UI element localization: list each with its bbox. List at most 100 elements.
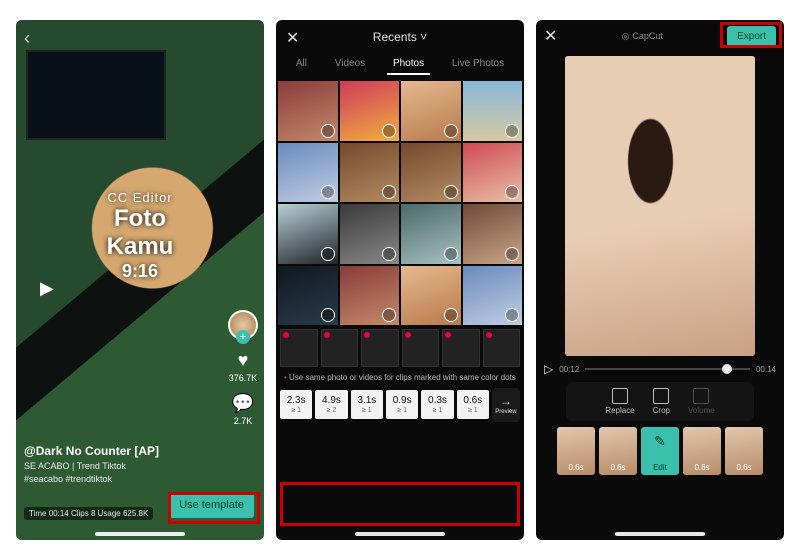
template-title: SE ACABO | Trend Tiktok <box>24 461 194 471</box>
photo-thumb[interactable] <box>463 266 523 326</box>
select-circle-icon <box>505 308 519 322</box>
photo-thumb[interactable] <box>463 143 523 203</box>
tab-all[interactable]: All <box>290 54 313 75</box>
clip-slot[interactable] <box>402 329 440 367</box>
back-icon[interactable]: ‹ <box>24 28 30 49</box>
select-circle-icon <box>382 124 396 138</box>
tab-videos[interactable]: Videos <box>329 54 371 75</box>
duration-chip[interactable]: 0.9s≥ 1 <box>386 390 418 419</box>
brand-icon: ◎ <box>622 31 630 42</box>
author-avatar[interactable] <box>228 310 258 340</box>
select-circle-icon <box>382 247 396 261</box>
preview-label: Preview <box>495 409 516 415</box>
panel-template-preview: ‹ CC Editor Foto Kamu 9:16 ▶ ♥ 376.7K 💬 … <box>16 20 264 540</box>
duration-chip[interactable]: 2.3s≥ 1 <box>280 390 312 419</box>
duration-chip[interactable]: 4.9s≥ 2 <box>315 390 347 419</box>
editor-header: ✕ ◎ CapCut Export <box>536 20 784 52</box>
brand-label: CapCut <box>632 31 663 41</box>
replace-icon <box>612 388 628 404</box>
select-circle-icon <box>321 308 335 322</box>
right-action-rail: ♥ 376.7K 💬 2.7K <box>228 310 258 426</box>
duration-chip[interactable]: 3.1s≥ 1 <box>351 390 383 419</box>
background-monitor <box>26 50 166 140</box>
tab-livephotos[interactable]: Live Photos <box>446 54 510 75</box>
tool-volume[interactable]: Volume <box>688 388 715 415</box>
use-template-button[interactable]: Use template <box>169 492 254 518</box>
photo-thumb[interactable] <box>401 204 461 264</box>
tool-replace[interactable]: Replace <box>605 388 634 415</box>
tool-crop[interactable]: Crop <box>653 388 670 415</box>
photo-thumb[interactable] <box>401 266 461 326</box>
duration-row: 2.3s≥ 1 4.9s≥ 2 3.1s≥ 1 0.9s≥ 1 0.3s≥ 1 … <box>276 384 524 426</box>
select-circle-icon <box>382 185 396 199</box>
photo-thumb[interactable] <box>278 143 338 203</box>
play-icon[interactable]: ▷ <box>544 362 553 376</box>
photo-thumb[interactable] <box>463 81 523 141</box>
like-button[interactable]: ♥ 376.7K <box>229 350 258 383</box>
timeline-clip[interactable]: 0.6s <box>557 427 595 475</box>
close-icon[interactable]: ✕ <box>544 26 557 46</box>
template-clip-info: Time 00:14 Clips 8 Usage 625.8K <box>24 507 153 520</box>
select-circle-icon <box>382 308 396 322</box>
media-type-tabs: All Videos Photos Live Photos <box>276 54 524 75</box>
clip-slot[interactable] <box>483 329 521 367</box>
template-overlay-text: CC Editor Foto Kamu 9:16 <box>78 190 202 282</box>
arrow-right-icon: → <box>500 394 512 408</box>
clip-slot[interactable] <box>442 329 480 367</box>
select-circle-icon <box>444 308 458 322</box>
template-meta: @Dark No Counter [AP] SE ACABO | Trend T… <box>24 444 194 484</box>
select-circle-icon <box>444 185 458 199</box>
editor-timeline: ▷ 00:12 00:14 <box>536 356 784 382</box>
timeline-clip[interactable]: 0.6s <box>725 427 763 475</box>
select-circle-icon <box>321 124 335 138</box>
photo-thumb[interactable] <box>340 266 400 326</box>
overlay-line3: 9:16 <box>78 261 202 282</box>
photo-thumb[interactable] <box>340 81 400 141</box>
tab-photos[interactable]: Photos <box>387 54 430 75</box>
photo-thumb[interactable] <box>340 143 400 203</box>
clip-slot[interactable] <box>280 329 318 367</box>
selected-clip-strip <box>276 329 524 367</box>
close-icon[interactable]: ✕ <box>286 28 299 48</box>
select-circle-icon <box>505 247 519 261</box>
photo-thumb[interactable] <box>278 266 338 326</box>
photo-thumb[interactable] <box>401 143 461 203</box>
clip-slot[interactable] <box>321 329 359 367</box>
preview-button[interactable]: → Preview <box>492 388 520 422</box>
select-circle-icon <box>505 124 519 138</box>
overlay-line2: Foto Kamu <box>78 205 202 261</box>
callout-duration-row <box>280 482 520 526</box>
home-indicator <box>615 532 705 536</box>
picker-hint: Use same photo or videos for clips marke… <box>276 367 524 384</box>
album-selector[interactable]: Recents ˅ <box>373 30 427 44</box>
panel-media-picker: ✕ Recents ˅ All Videos Photos Live Photo… <box>276 20 524 540</box>
comment-icon: 💬 <box>232 393 254 414</box>
select-circle-icon <box>505 185 519 199</box>
timeline-clip-selected[interactable]: Edit <box>641 427 679 475</box>
picker-header: ✕ Recents ˅ <box>276 20 524 54</box>
select-circle-icon <box>444 124 458 138</box>
export-button[interactable]: Export <box>727 26 776 47</box>
photo-thumb[interactable] <box>340 204 400 264</box>
volume-icon <box>693 388 709 404</box>
clip-slot[interactable] <box>361 329 399 367</box>
like-count: 376.7K <box>229 373 258 383</box>
duration-chip[interactable]: 0.6s≥ 1 <box>457 390 489 419</box>
timeline-clip[interactable]: 0.6s <box>599 427 637 475</box>
comment-count: 2.7K <box>234 416 253 426</box>
app-brand: ◎ CapCut <box>622 31 663 42</box>
overlay-line1: CC Editor <box>78 190 202 205</box>
play-icon[interactable]: ▶ <box>40 278 54 299</box>
select-circle-icon <box>321 247 335 261</box>
photo-thumb[interactable] <box>401 81 461 141</box>
photo-thumb[interactable] <box>463 204 523 264</box>
duration-chip[interactable]: 0.3s≥ 1 <box>421 390 453 419</box>
editor-preview[interactable] <box>565 56 755 356</box>
comment-button[interactable]: 💬 2.7K <box>232 393 254 426</box>
home-indicator <box>95 532 185 536</box>
timeline-scrubber[interactable] <box>585 368 750 370</box>
editor-clip-strip: 0.6s 0.6s Edit 0.6s 0.6s <box>536 421 784 475</box>
photo-thumb[interactable] <box>278 81 338 141</box>
photo-thumb[interactable] <box>278 204 338 264</box>
timeline-clip[interactable]: 0.6s <box>683 427 721 475</box>
